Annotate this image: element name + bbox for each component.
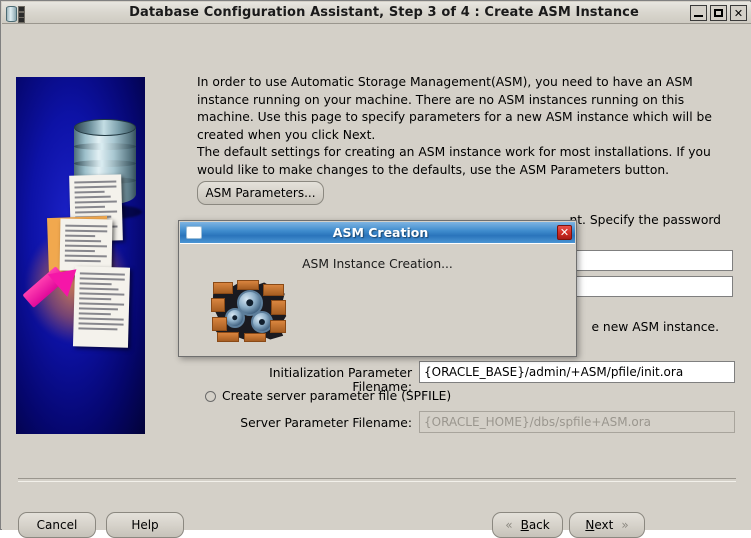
next-button[interactable]: Next » [569,512,645,538]
back-button[interactable]: « Back [492,512,563,538]
server-parameter-filename-input [419,411,735,433]
window-title: Database Configuration Assistant, Step 3… [129,5,639,20]
window-content: In order to use Automatic Storage Manage… [2,24,751,538]
create-spfile-radio-label: Create server parameter file (SPFILE) [222,389,452,403]
init-parameter-filename-input[interactable] [419,361,735,383]
dialog-title: ASM Creation [332,225,429,240]
minimize-button[interactable] [690,5,707,21]
intro-paragraph: In order to use Automatic Storage Manage… [197,75,712,142]
gears-breaking-wall-icon [211,280,287,342]
wizard-illustration [16,77,145,434]
window-icon [186,226,202,239]
close-icon: ✕ [733,6,744,20]
maximize-button[interactable] [710,5,727,21]
radio-indicator [205,390,216,402]
dialog-titlebar: ASM Creation ✕ [180,222,575,243]
asm-parameters-button[interactable]: ASM Parameters... [197,181,324,205]
dialog-close-button[interactable]: ✕ [557,225,572,240]
application-window: Database Configuration Assistant, Step 3… [0,0,751,538]
defaults-paragraph: The default settings for creating an ASM… [197,145,711,177]
arrow-icon [22,257,87,325]
footer-separator [18,478,736,482]
help-button[interactable]: Help [106,512,184,538]
asm-creation-dialog: ASM Creation ✕ ASM Instance Creation... [178,220,577,357]
close-button[interactable]: ✕ [730,5,747,21]
window-controls: ✕ [690,5,747,21]
dialog-message: ASM Instance Creation... [302,257,453,271]
create-spfile-radio[interactable]: Create server parameter file (SPFILE) [205,389,451,403]
window-titlebar: Database Configuration Assistant, Step 3… [2,2,751,24]
database-icon [5,4,27,23]
cancel-button[interactable]: Cancel [18,512,96,538]
server-parameter-filename-label: Server Parameter Filename: [240,416,412,430]
dialog-body: ASM Instance Creation... [180,243,575,356]
